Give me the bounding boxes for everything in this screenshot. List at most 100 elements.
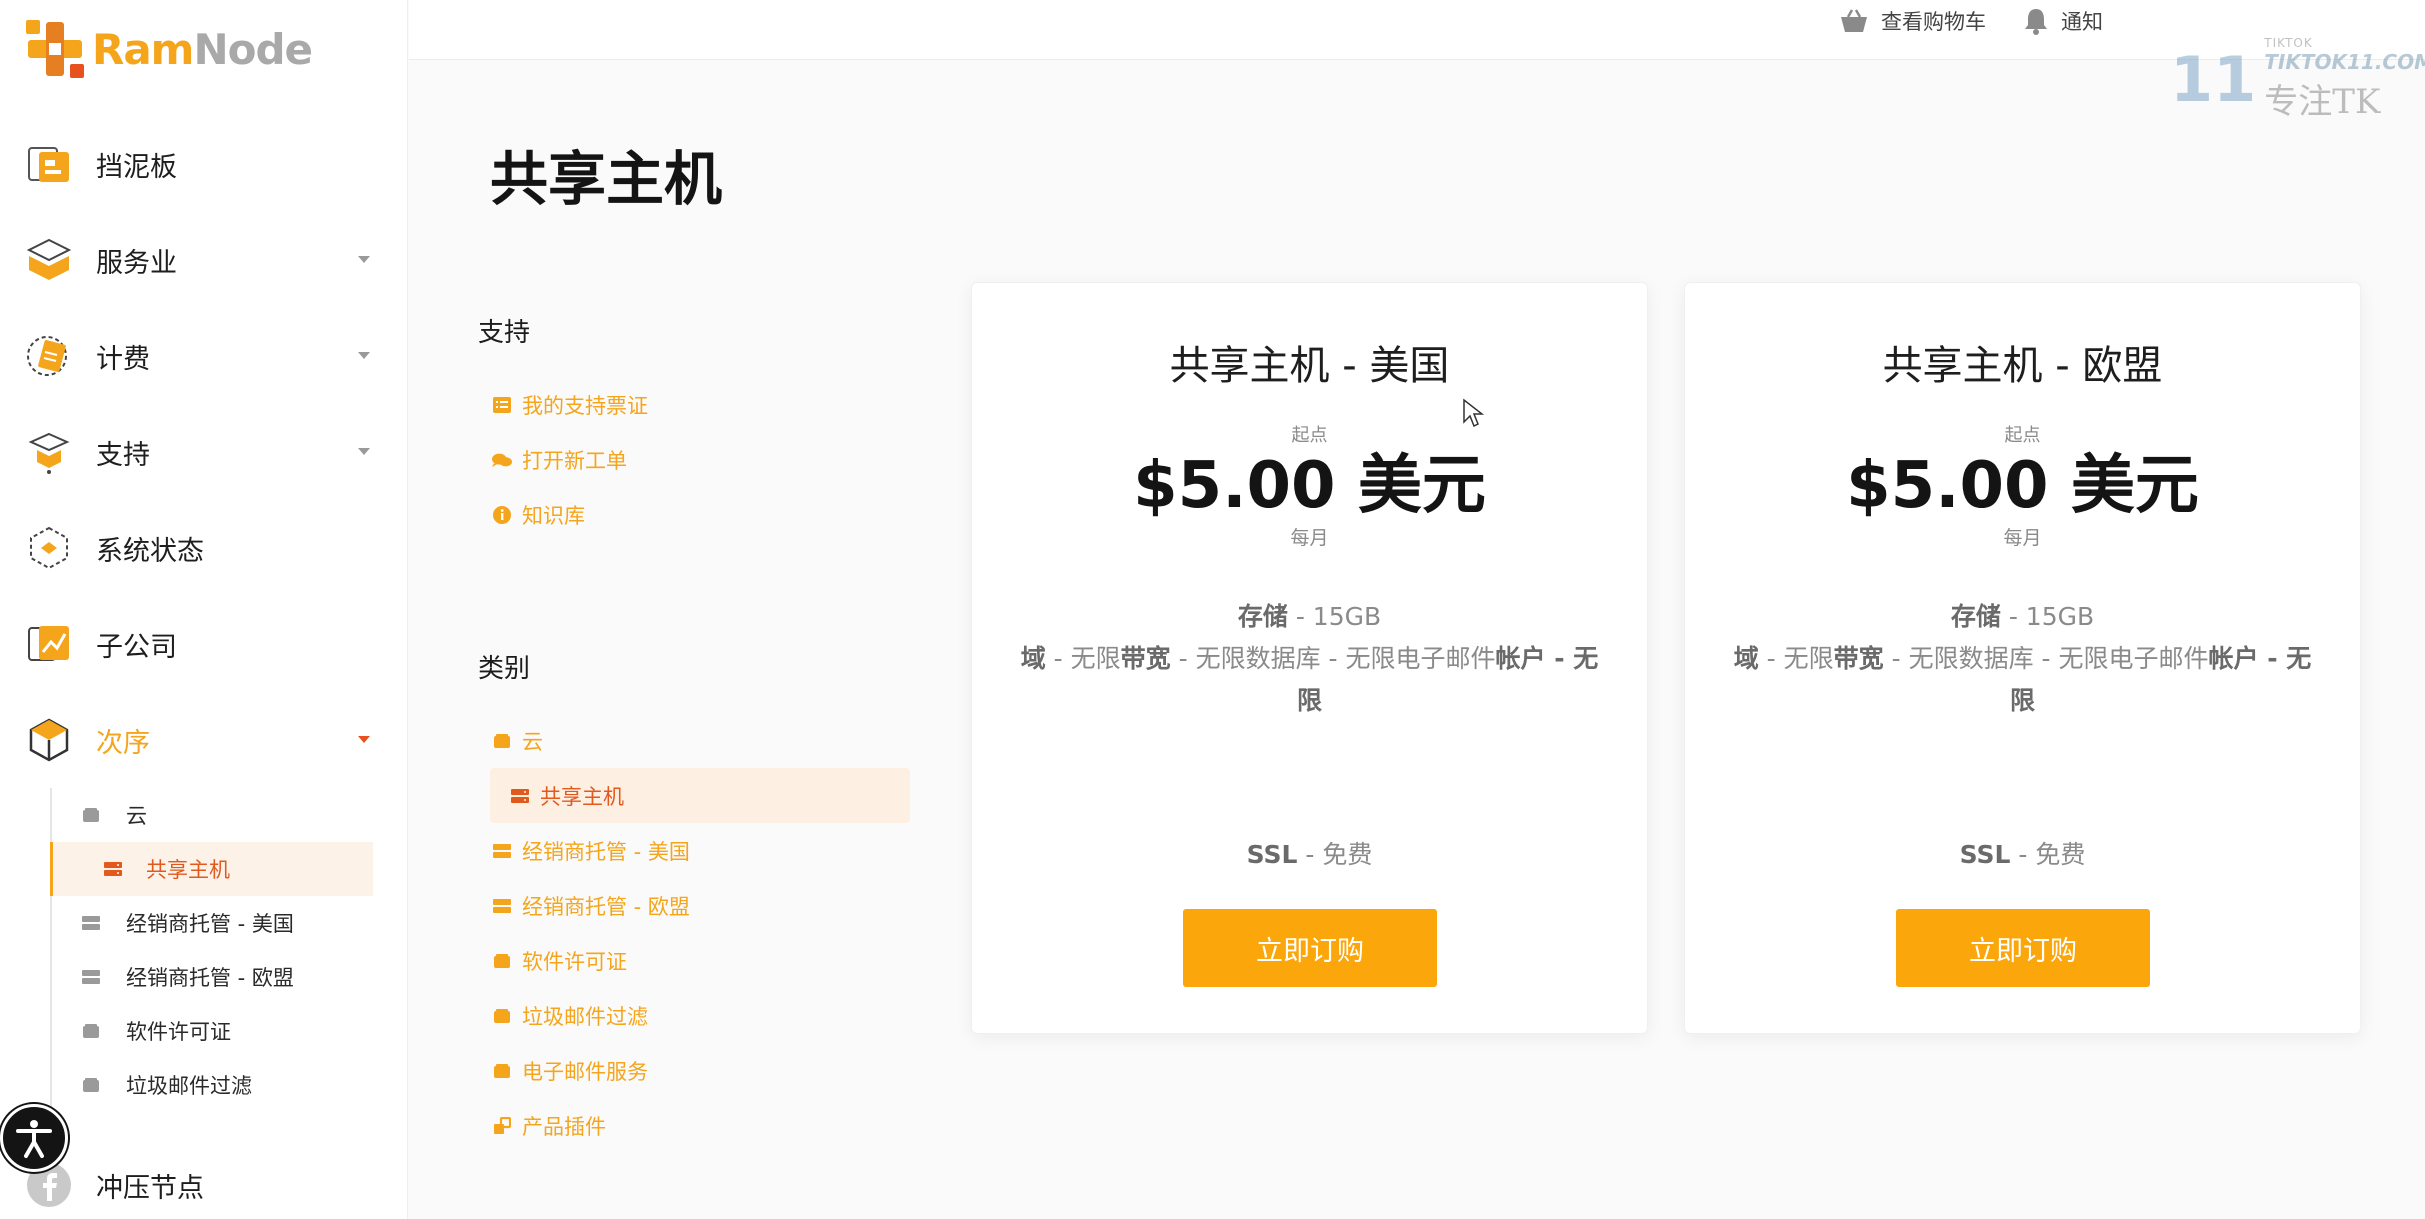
order-now-button[interactable]: 立即订购 bbox=[1183, 909, 1437, 987]
server-icon bbox=[492, 842, 512, 860]
product-card-us: 共享主机 - 美国 起点 $5.00 美元 每月 存储 - 15GB 域 - 无… bbox=[971, 282, 1648, 1034]
box-icon bbox=[492, 732, 512, 750]
accessibility-icon bbox=[16, 1120, 52, 1158]
comments-icon bbox=[492, 451, 512, 469]
category-link-label: 共享主机 bbox=[540, 784, 624, 809]
category-link-reseller-eu[interactable]: 经销商托管 - 欧盟 bbox=[478, 878, 910, 933]
category-link-email-services[interactable]: 电子邮件服务 bbox=[478, 1043, 910, 1098]
category-link-software-licenses[interactable]: 软件许可证 bbox=[478, 933, 910, 988]
watermark-small: TIKTOK bbox=[2264, 36, 2313, 50]
feature-ssl: SSL - 免费 bbox=[1959, 840, 2086, 869]
box-icon bbox=[492, 1062, 512, 1080]
chevron-down-icon bbox=[358, 448, 370, 455]
support-link-my-tickets[interactable]: 我的支持票证 bbox=[478, 377, 910, 432]
sidebar-item-support[interactable]: 支持 bbox=[0, 404, 408, 500]
support-icon bbox=[24, 427, 74, 477]
support-link-label: 我的支持票证 bbox=[522, 393, 648, 418]
order-cube-icon bbox=[24, 715, 74, 765]
support-link-label: 知识库 bbox=[522, 503, 585, 528]
subnav-item-reseller-eu[interactable]: 经销商托管 - 欧盟 bbox=[50, 950, 373, 1004]
sidebar-item-label: 次序 bbox=[96, 727, 150, 759]
system-status-icon bbox=[24, 523, 74, 573]
chevron-down-icon bbox=[358, 256, 370, 263]
category-link-product-addons[interactable]: 产品插件 bbox=[478, 1098, 910, 1153]
support-link-open-ticket[interactable]: 打开新工单 bbox=[478, 432, 910, 487]
mouse-cursor-icon bbox=[1462, 398, 1485, 432]
product-price: $5.00 美元 bbox=[1846, 449, 2199, 523]
server-icon bbox=[102, 860, 124, 878]
billing-icon bbox=[24, 331, 74, 381]
bell-icon bbox=[2025, 9, 2047, 35]
watermark-site: TIKTOK11.COM bbox=[2264, 50, 2425, 74]
watermark-cn: 专注TK bbox=[2264, 82, 2381, 122]
watermark-number: 11 bbox=[2170, 42, 2257, 116]
category-link-label: 软件许可证 bbox=[522, 949, 627, 974]
product-features: 存储 - 15GB 域 - 无限带宽 - 无限数据库 - 无限电子邮件帐户 - … bbox=[1020, 596, 1600, 722]
support-link-label: 打开新工单 bbox=[522, 448, 627, 473]
box-icon bbox=[492, 952, 512, 970]
product-features: 存储 - 15GB 域 - 无限带宽 - 无限数据库 - 无限电子邮件帐户 - … bbox=[1733, 596, 2313, 722]
chevron-down-icon bbox=[358, 736, 370, 743]
subnav-item-cloud[interactable]: 云 bbox=[50, 788, 373, 842]
server-icon bbox=[80, 968, 102, 986]
sidebar-item-label: 服务业 bbox=[96, 247, 177, 279]
sidebar-item-services[interactable]: 服务业 bbox=[0, 212, 408, 308]
sidebar-item-label: 冲压节点 bbox=[96, 1172, 204, 1204]
category-link-label: 云 bbox=[522, 729, 543, 754]
server-icon bbox=[492, 897, 512, 915]
category-link-reseller-us[interactable]: 经销商托管 - 美国 bbox=[478, 823, 910, 878]
sidebar-nav: 挡泥板 服务业 计费 支持 系统状态 子公司 次序 云 共享主机 经销商托管 -… bbox=[0, 116, 408, 1112]
box-icon bbox=[492, 1007, 512, 1025]
subnav-item-spam-filtering[interactable]: 垃圾邮件过滤 bbox=[50, 1058, 373, 1112]
support-link-knowledgebase[interactable]: 知识库 bbox=[478, 487, 910, 542]
sidebar-item-system-status[interactable]: 系统状态 bbox=[0, 500, 408, 596]
sidebar-item-billing[interactable]: 计费 bbox=[0, 308, 408, 404]
price-from-label: 起点 bbox=[2004, 425, 2041, 446]
order-now-button[interactable]: 立即订购 bbox=[1896, 909, 2150, 987]
page-title: 共享主机 bbox=[490, 145, 723, 213]
feature-domains: 域 - 无限带宽 - 无限数据库 - 无限电子邮件帐户 - 无限 bbox=[1020, 644, 1599, 716]
sidebar-item-label: 计费 bbox=[96, 343, 150, 375]
product-card-eu: 共享主机 - 欧盟 起点 $5.00 美元 每月 存储 - 15GB 域 - 无… bbox=[1684, 282, 2361, 1034]
box-icon bbox=[80, 1022, 102, 1040]
category-link-shared-hosting[interactable]: 共享主机 bbox=[490, 768, 910, 823]
dashboard-icon bbox=[24, 139, 74, 189]
subnav-item-software-licenses[interactable]: 软件许可证 bbox=[50, 1004, 373, 1058]
notifications-link[interactable]: 通知 bbox=[2023, 6, 2103, 36]
top-bar: 查看购物车 通知 bbox=[409, 0, 2425, 60]
info-icon bbox=[492, 505, 512, 524]
cubes-icon bbox=[492, 1116, 512, 1135]
subnav-item-shared-hosting[interactable]: 共享主机 bbox=[50, 842, 373, 896]
sidebar-item-order[interactable]: 次序 bbox=[0, 692, 408, 788]
feature-domains: 域 - 无限带宽 - 无限数据库 - 无限电子邮件帐户 - 无限 bbox=[1733, 644, 2312, 716]
product-price: $5.00 美元 bbox=[1133, 449, 1486, 523]
watermark: 11 TIKTOK TIKTOK11.COM 专注TK bbox=[2170, 36, 2425, 123]
support-heading: 支持 bbox=[478, 318, 531, 348]
categories-heading: 类别 bbox=[478, 654, 531, 684]
product-title: 共享主机 - 欧盟 bbox=[1882, 343, 2163, 389]
category-link-label: 电子邮件服务 bbox=[522, 1059, 648, 1084]
sidebar-item-ramnode-facebook[interactable]: 冲压节点 bbox=[24, 1160, 204, 1210]
category-link-label: 经销商托管 - 美国 bbox=[522, 839, 690, 864]
watermark-text: TIKTOK TIKTOK11.COM 专注TK bbox=[2264, 36, 2425, 123]
category-link-spam-filtering[interactable]: 垃圾邮件过滤 bbox=[478, 988, 910, 1043]
category-link-label: 垃圾邮件过滤 bbox=[522, 1004, 648, 1029]
subnav-item-label: 云 bbox=[126, 804, 147, 828]
list-icon bbox=[492, 396, 512, 414]
categories-section: 类别 云 共享主机 经销商托管 - 美国 经销商托管 - 欧盟 软件许可证 垃圾… bbox=[478, 648, 910, 1153]
subnav-item-label: 软件许可证 bbox=[126, 1020, 231, 1044]
sidebar-item-affiliates[interactable]: 子公司 bbox=[0, 596, 408, 692]
ramnode-logo-icon bbox=[26, 20, 84, 78]
sidebar-item-dashboard[interactable]: 挡泥板 bbox=[0, 116, 408, 212]
subnav-item-label: 共享主机 bbox=[146, 858, 230, 882]
feature-ssl: SSL - 免费 bbox=[1246, 840, 1373, 869]
affiliate-icon bbox=[24, 619, 74, 669]
ramnode-logo[interactable]: RamNode bbox=[24, 18, 313, 80]
category-link-cloud[interactable]: 云 bbox=[478, 713, 910, 768]
accessibility-button[interactable] bbox=[0, 1104, 68, 1172]
price-from-label: 起点 bbox=[1291, 425, 1328, 446]
box-icon bbox=[80, 806, 102, 824]
subnav-item-reseller-us[interactable]: 经销商托管 - 美国 bbox=[50, 896, 373, 950]
view-cart-label: 查看购物车 bbox=[1881, 10, 1986, 34]
view-cart-link[interactable]: 查看购物车 bbox=[1839, 6, 1986, 36]
